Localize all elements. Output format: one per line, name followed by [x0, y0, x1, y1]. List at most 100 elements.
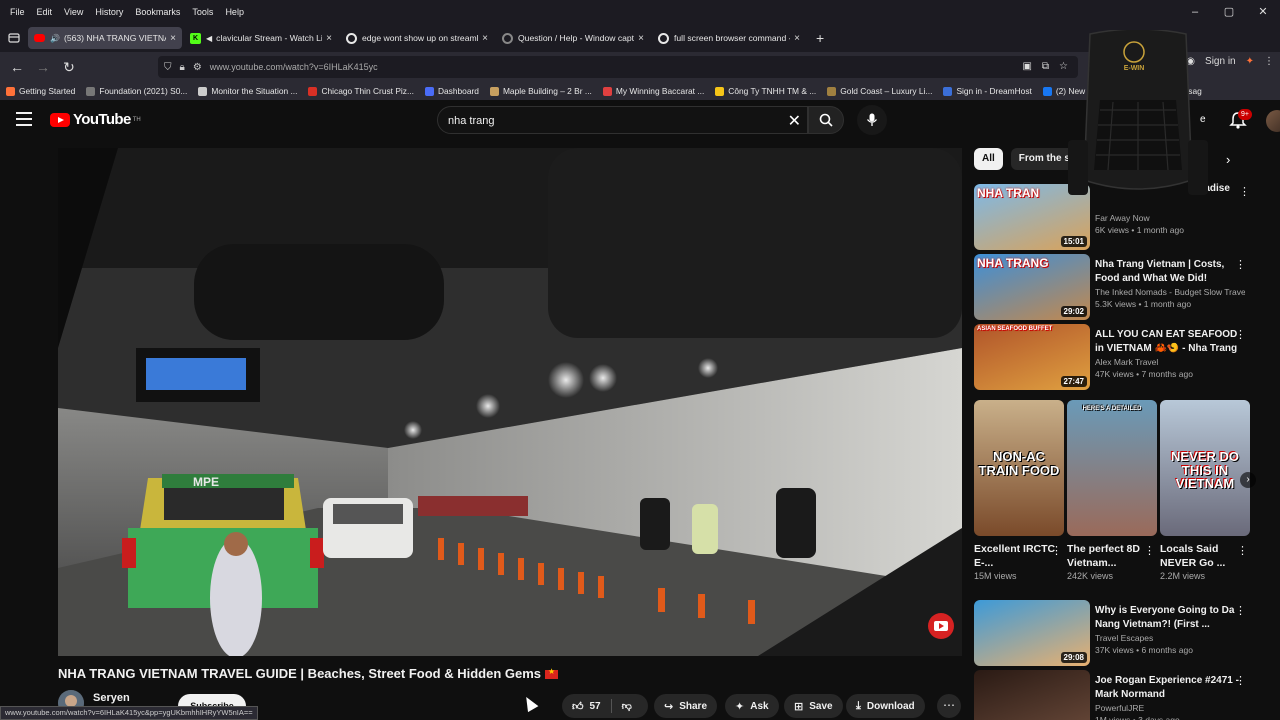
- close-tab-icon[interactable]: ×: [482, 33, 488, 44]
- reader-view-icon[interactable]: ▣: [1022, 61, 1031, 72]
- channel-watermark-icon[interactable]: [928, 613, 954, 639]
- speaker-icon[interactable]: 🔊: [50, 34, 60, 43]
- minimize-icon[interactable]: –: [1178, 0, 1212, 24]
- tab-google-edge[interactable]: edge wont show up on streamlabs ×: [340, 27, 494, 49]
- kebab-menu-icon[interactable]: ⋮: [1235, 258, 1246, 271]
- search-button[interactable]: [808, 106, 844, 134]
- search-input[interactable]: nha trang: [448, 115, 494, 127]
- short-item[interactable]: NEVER DO THIS IN VIETNAM Locals Said NEVE…: [1160, 400, 1250, 581]
- like-dislike-group: 👍︎ 57 👎︎: [562, 694, 648, 718]
- like-button[interactable]: 👍︎ 57: [562, 694, 611, 718]
- share-button[interactable]: ↪ Share: [654, 694, 718, 718]
- bookmark-star-icon[interactable]: ☆: [1059, 61, 1068, 72]
- maximize-icon[interactable]: ▢: [1212, 0, 1246, 24]
- permissions-icon[interactable]: ⚙︎: [193, 62, 202, 73]
- channel-name[interactable]: PowerfulJRE: [1095, 703, 1245, 713]
- close-tab-icon[interactable]: ×: [638, 33, 644, 44]
- youtube-logo[interactable]: YouTube TH: [50, 111, 141, 128]
- short-item[interactable]: HERE'S A DETAILED The perfect 8D Vietnam.…: [1067, 400, 1157, 581]
- menu-history[interactable]: History: [89, 7, 129, 17]
- url-text[interactable]: www.youtube.com/watch?v=6IHLaK415yc: [210, 62, 378, 72]
- chips-next-icon[interactable]: ›: [1226, 152, 1230, 167]
- tab-kick[interactable]: K ◀ clavicular Stream - Watch Li ×: [184, 27, 338, 49]
- kebab-menu-icon[interactable]: ⋮: [1235, 328, 1246, 341]
- ask-button[interactable]: ✦ Ask: [725, 694, 779, 718]
- chip-all[interactable]: All: [974, 148, 1003, 170]
- bookmark-item[interactable]: Công Ty TNHH TM & ...: [715, 86, 816, 96]
- search-box[interactable]: nha trang ✕: [437, 106, 808, 134]
- new-tab-icon[interactable]: +: [808, 30, 832, 46]
- menu-file[interactable]: File: [4, 7, 31, 17]
- tab-google-fullscreen[interactable]: full screen browser command - ×: [652, 27, 806, 49]
- bookmark-item[interactable]: Chicago Thin Crust Piz...: [308, 86, 414, 96]
- video-meta: 6K views • 1 month ago: [1095, 225, 1184, 235]
- kebab-menu-icon[interactable]: ⋮: [1144, 544, 1155, 557]
- speaker-icon[interactable]: ◀: [206, 34, 212, 43]
- picture-in-picture-icon[interactable]: ⧉: [1042, 61, 1049, 72]
- user-avatar[interactable]: [1266, 110, 1280, 132]
- back-icon[interactable]: ←: [4, 54, 30, 80]
- extensions-menu-icon[interactable]: ⋮: [1264, 56, 1274, 67]
- short-thumbnail[interactable]: NEVER DO THIS IN VIETNAM: [1160, 400, 1250, 536]
- close-window-icon[interactable]: ✕: [1246, 0, 1280, 24]
- hamburger-menu-icon[interactable]: [16, 112, 32, 130]
- short-thumbnail[interactable]: NON-AC TRAIN FOOD: [974, 400, 1064, 536]
- tab-youtube[interactable]: 🔊 (563) NHA TRANG VIETNAM TRAVEL GUIDE ×: [28, 27, 182, 49]
- url-bar[interactable]: ⛉ 🔒︎ ⚙︎ www.youtube.com/watch?v=6IHLaK41…: [158, 56, 1078, 78]
- video-thumbnail[interactable]: [974, 670, 1090, 720]
- bookmark-item[interactable]: Sign in - DreamHost: [943, 86, 1032, 96]
- short-item[interactable]: NON-AC TRAIN FOOD Excellent IRCTC E-... 15…: [974, 400, 1064, 581]
- clear-search-icon[interactable]: ✕: [788, 111, 801, 131]
- kebab-menu-icon[interactable]: ⋮: [1235, 674, 1246, 687]
- tab-question-help[interactable]: Question / Help - Window capture ×: [496, 27, 650, 49]
- menu-view[interactable]: View: [58, 7, 89, 17]
- bookmark-favicon-icon: [715, 86, 725, 96]
- extension-icon[interactable]: ✦: [1246, 56, 1254, 67]
- save-button[interactable]: ⊞ Save: [784, 694, 843, 718]
- recommended-video[interactable]: NHA TRANG 29:02 Nha Trang Vietnam | Costs,…: [974, 254, 1264, 320]
- dislike-button[interactable]: 👎︎: [612, 694, 642, 718]
- shield-icon[interactable]: ⛉: [164, 62, 172, 73]
- close-tab-icon[interactable]: ×: [170, 33, 176, 44]
- menu-tools[interactable]: Tools: [186, 7, 219, 17]
- voice-search-button[interactable]: [857, 105, 887, 135]
- channel-name[interactable]: Alex Mark Travel: [1095, 357, 1245, 367]
- short-thumbnail[interactable]: HERE'S A DETAILED: [1067, 400, 1157, 536]
- menu-help[interactable]: Help: [219, 7, 250, 17]
- channel-name[interactable]: The Inked Nomads - Budget Slow Travel ..…: [1095, 287, 1245, 297]
- bookmark-item[interactable]: Getting Started: [6, 86, 75, 96]
- channel-name[interactable]: Travel Escapes: [1095, 633, 1245, 643]
- video-info: ALL YOU CAN EAT SEAFOOD in VIETNAM 🦀🍤 - …: [1095, 328, 1245, 379]
- bookmark-item[interactable]: Dashboard: [424, 86, 479, 96]
- recommended-video[interactable]: Joe Rogan Experience #2471 - Mark Norman…: [974, 670, 1264, 720]
- bookmark-item[interactable]: Maple Building – 2 Br ...: [489, 86, 592, 96]
- channel-name[interactable]: Far Away Now: [1095, 213, 1245, 223]
- shorts-next-icon[interactable]: ›: [1240, 472, 1256, 488]
- tab-list-icon[interactable]: [0, 24, 28, 52]
- recommended-video[interactable]: ASIAN SEAFOOD BUFFET 27:47 ALL YOU CAN EAT…: [974, 324, 1264, 390]
- recommended-video[interactable]: 29:08 Why is Everyone Going to Da Nang Vi…: [974, 600, 1264, 666]
- bookmark-item[interactable]: My Winning Baccarat ...: [602, 86, 704, 96]
- video-thumbnail[interactable]: 29:08: [974, 600, 1090, 666]
- video-thumbnail[interactable]: ASIAN SEAFOOD BUFFET 27:47: [974, 324, 1090, 390]
- kebab-menu-icon[interactable]: ⋮: [1235, 604, 1246, 617]
- more-actions-icon[interactable]: ⋯: [937, 694, 961, 718]
- video-player[interactable]: MPE: [58, 148, 962, 656]
- reload-icon[interactable]: ↻: [56, 54, 82, 80]
- bookmark-item[interactable]: Gold Coast – Luxury Li...: [827, 86, 932, 96]
- menu-bookmarks[interactable]: Bookmarks: [129, 7, 186, 17]
- close-tab-icon[interactable]: ×: [794, 33, 800, 44]
- kebab-menu-icon[interactable]: ⋮: [1237, 544, 1248, 557]
- lock-icon[interactable]: 🔒︎: [180, 62, 185, 73]
- channel-name[interactable]: Seryen: [93, 692, 130, 704]
- forward-icon[interactable]: →: [30, 54, 56, 80]
- bookmark-label: Dashboard: [437, 86, 479, 96]
- download-button[interactable]: ⤓ Download: [846, 694, 925, 718]
- sign-in-button[interactable]: Sign in: [1205, 56, 1236, 67]
- video-thumbnail[interactable]: NHA TRANG 29:02: [974, 254, 1090, 320]
- close-tab-icon[interactable]: ×: [326, 33, 332, 44]
- bookmark-item[interactable]: Foundation (2021) S0...: [86, 86, 187, 96]
- menu-edit[interactable]: Edit: [31, 7, 59, 17]
- bookmark-item[interactable]: Monitor the Situation ...: [198, 86, 297, 96]
- kebab-menu-icon[interactable]: ⋮: [1051, 544, 1062, 557]
